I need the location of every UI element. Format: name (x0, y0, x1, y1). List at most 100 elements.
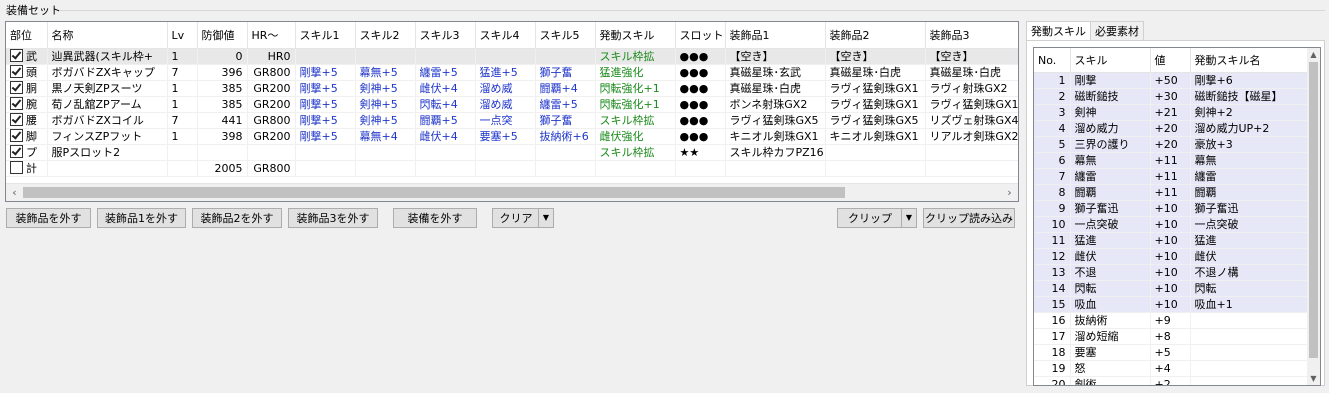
skill-row[interactable]: 6 幕無 +11 幕無 (1034, 152, 1308, 169)
skill-row[interactable]: 2 磁断鎚技 +30 磁断鎚技【磁星】 (1034, 88, 1308, 105)
skill-row[interactable]: 13 不退 +10 不退ノ構 (1034, 264, 1308, 281)
col-header-deco3[interactable]: 装飾品3 (925, 22, 1018, 49)
remove-decoration2-button[interactable]: 装飾品2を外す (192, 208, 282, 228)
deco2-cell: ラヴィ猛剣珠GX5 (825, 112, 926, 129)
row-checkbox[interactable] (10, 145, 23, 158)
skill-row[interactable]: 17 溜め短縮 +8 (1034, 328, 1308, 345)
scrollbar-thumb[interactable] (23, 187, 845, 198)
remove-equipment-button[interactable]: 装備を外す (393, 208, 477, 228)
skill-name-cell: 幕無 (1190, 152, 1308, 169)
chevron-down-icon[interactable]: ▼ (538, 209, 553, 227)
col-header-deco2[interactable]: 装飾品2 (825, 22, 926, 49)
row-checkbox[interactable] (10, 81, 23, 94)
part-cell: 計 (6, 160, 48, 177)
clear-button[interactable]: クリア ▼ (492, 208, 554, 228)
col-header-value[interactable]: 値 (1150, 48, 1191, 73)
col-header-active-skill[interactable]: 発動スキル (595, 22, 676, 49)
skill-row[interactable]: 19 怒 +4 (1034, 360, 1308, 377)
equipment-row[interactable]: プ服Pスロット2 スキル枠拡 ★★ スキル枠カフPZ16 (6, 144, 1018, 161)
col-header-defense[interactable]: 防御値 (197, 22, 248, 49)
skill-row[interactable]: 12 雌伏 +10 雌伏 (1034, 248, 1308, 265)
skill-row[interactable]: 5 三界の護り +20 豪放+3 (1034, 136, 1308, 153)
row-checkbox[interactable] (10, 97, 23, 110)
row-checkbox[interactable] (10, 113, 23, 126)
skill2-cell: 剣神+5 (355, 112, 416, 129)
equipment-row[interactable]: 腕荀ノ乱舘ZPアーム 1 385 GR200 剛撃+5 剣神+5 閃転+4 溜め威 纏雷+5 閃転… (6, 96, 1018, 113)
equipment-row[interactable]: 頭ボガバドZXキャップ 7 396 GR800 剛撃+5 幕無+5 纏雷+5 猛進+5 獅子奮猛… (6, 64, 1018, 81)
col-header-skill1[interactable]: スキル1 (295, 22, 356, 49)
col-header-skill-name[interactable]: 発動スキル名 (1190, 48, 1308, 73)
col-header-skill4[interactable]: スキル4 (475, 22, 536, 49)
scroll-left-icon[interactable]: ‹ (6, 184, 23, 201)
defense-cell: 385 (197, 96, 248, 113)
equipment-row[interactable]: 胴黒ノ天剣ZPスーツ 1 385 GR200 剛撃+5 剣神+5 雌伏+4 溜め威 闘覇+4 閃転… (6, 80, 1018, 97)
skill-no-cell: 8 (1034, 184, 1071, 201)
row-checkbox[interactable] (10, 65, 23, 78)
equipment-row[interactable]: 腰ボガバドZXコイル 7 441 GR800 剛撃+5 剣神+5 闘覇+5 一点突 獅子奮 スキル… (6, 112, 1018, 129)
skill-cell: 猛進 (1070, 232, 1151, 249)
skill-value-cell: +9 (1150, 312, 1191, 329)
vertical-scrollbar[interactable]: ▲ ▼ (1307, 48, 1320, 385)
skill-row[interactable]: 9 獅子奮迅 +10 獅子奮迅 (1034, 200, 1308, 217)
skill-row[interactable]: 10 一点突破 +10 一点突破 (1034, 216, 1308, 233)
part-cell: 腕 (6, 96, 48, 113)
skills-list[interactable]: No. スキル 値 発動スキル名 1 剛撃 +50 剛撃+6 2 磁断鎚技 +30 磁断鎚技【… (1033, 47, 1321, 386)
row-checkbox[interactable] (10, 161, 23, 174)
skill5-cell (535, 144, 596, 161)
part-label: 腕 (26, 98, 37, 111)
skill-row[interactable]: 15 吸血 +10 吸血+1 (1034, 296, 1308, 313)
deco3-cell: 【空き】 (925, 48, 1018, 65)
skill-no-cell: 16 (1034, 312, 1071, 329)
clip-load-button[interactable]: クリップ読み込み (923, 208, 1015, 228)
skill-row[interactable]: 8 闘覇 +11 闘覇 (1034, 184, 1308, 201)
scroll-up-icon[interactable]: ▲ (1307, 48, 1320, 61)
deco2-cell: 【空き】 (825, 48, 926, 65)
scrollbar-thumb[interactable] (1309, 62, 1318, 358)
active-skill-cell: スキル枠拡 (595, 48, 676, 65)
skill-row[interactable]: 1 剛撃 +50 剛撃+6 (1034, 72, 1308, 89)
col-header-skill5[interactable]: スキル5 (535, 22, 596, 49)
col-header-part[interactable]: 部位 (6, 22, 48, 49)
skill-name-cell: 吸血+1 (1190, 296, 1308, 313)
active-skill-cell: 閃転強化+1 (595, 80, 676, 97)
skill-name-cell: 閃転 (1190, 280, 1308, 297)
col-header-name[interactable]: 名称 (47, 22, 168, 49)
row-checkbox[interactable] (10, 49, 23, 62)
col-header-slot[interactable]: スロット (675, 22, 726, 49)
equipment-row[interactable]: 計 2005 GR800 (6, 160, 1018, 177)
row-checkbox[interactable] (10, 129, 23, 142)
col-header-skill[interactable]: スキル (1070, 48, 1151, 73)
skill-value-cell: +10 (1150, 232, 1191, 249)
skill-no-cell: 5 (1034, 136, 1071, 153)
col-header-no[interactable]: No. (1034, 48, 1071, 73)
clip-button[interactable]: クリップ ▼ (837, 208, 917, 228)
remove-decoration3-button[interactable]: 装飾品3を外す (288, 208, 378, 228)
scroll-down-icon[interactable]: ▼ (1307, 372, 1320, 385)
part-cell: 頭 (6, 64, 48, 81)
col-header-skill3[interactable]: スキル3 (415, 22, 476, 49)
skill-row[interactable]: 20 剣術 +2 (1034, 376, 1308, 385)
equipment-row[interactable]: 武辿異武器(スキル枠+ 1 0 HR0 スキル枠拡 ●●● 【空き】 【空き】 【空き】 (6, 48, 1018, 65)
remove-decoration1-button[interactable]: 装飾品1を外す (97, 208, 186, 228)
skill-row[interactable]: 11 猛進 +10 猛進 (1034, 232, 1308, 249)
scroll-right-icon[interactable]: › (1001, 184, 1018, 201)
skill-row[interactable]: 3 剣神 +21 剣神+2 (1034, 104, 1308, 121)
part-label: 脚 (26, 130, 37, 143)
col-header-hr[interactable]: HR～ (247, 22, 296, 49)
skill-row[interactable]: 18 要塞 +5 (1034, 344, 1308, 361)
skill-cell: 怒 (1070, 360, 1151, 377)
equipment-grid[interactable]: 部位 名称 Lv 防御値 HR～ スキル1 スキル2 スキル3 スキル4 スキル… (5, 21, 1019, 202)
tab-active-skills[interactable]: 発動スキル (1026, 21, 1091, 42)
equipment-row[interactable]: 脚フィンスZPフット 1 398 GR200 剛撃+5 幕無+4 雌伏+4 要塞+5 抜納術+6… (6, 128, 1018, 145)
remove-decorations-button[interactable]: 装飾品を外す (6, 208, 91, 228)
chevron-down-icon[interactable]: ▼ (901, 209, 916, 227)
skill-row[interactable]: 4 溜め威力 +20 溜め威力UP+2 (1034, 120, 1308, 137)
col-header-lv[interactable]: Lv (167, 22, 198, 49)
horizontal-scrollbar[interactable]: ‹ › (6, 183, 1018, 201)
tab-required-materials[interactable]: 必要素材 (1090, 21, 1144, 42)
skill-row[interactable]: 16 抜納術 +9 (1034, 312, 1308, 329)
skill-row[interactable]: 14 閃転 +10 閃転 (1034, 280, 1308, 297)
col-header-skill2[interactable]: スキル2 (355, 22, 416, 49)
skill-row[interactable]: 7 纏雷 +11 纏雷 (1034, 168, 1308, 185)
col-header-deco1[interactable]: 装飾品1 (725, 22, 826, 49)
